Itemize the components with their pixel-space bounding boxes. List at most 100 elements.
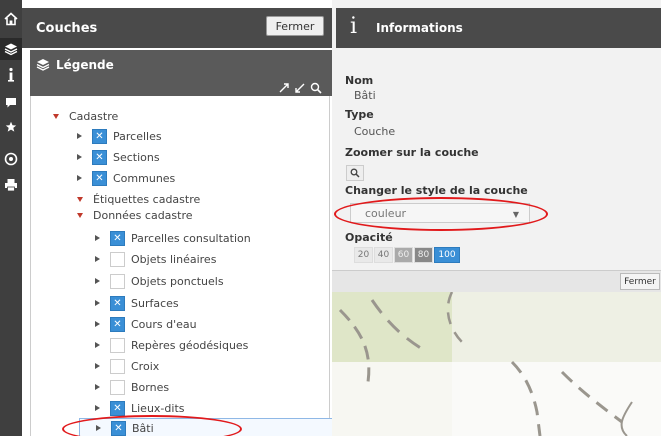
highlight-ellipse-style bbox=[334, 197, 548, 231]
layer-checkbox[interactable]: ✕ bbox=[92, 128, 107, 144]
opacity-selector: 20 40 60 80 100 bbox=[354, 247, 461, 263]
collapsed-arrow-icon[interactable] bbox=[95, 363, 100, 369]
name-label: Nom bbox=[345, 74, 374, 87]
collapsed-arrow-icon[interactable] bbox=[77, 175, 82, 181]
name-value: Bâti bbox=[354, 89, 376, 102]
opacity-option[interactable]: 40 bbox=[374, 247, 393, 263]
layer-tree: Cadastre ✕ Parcelles ✕ Sections ✕ Commun… bbox=[30, 96, 339, 436]
collapsed-arrow-icon[interactable] bbox=[77, 133, 82, 139]
highlight-ellipse-bati bbox=[62, 415, 242, 436]
expanded-arrow-icon[interactable] bbox=[77, 212, 83, 218]
expanded-arrow-icon[interactable] bbox=[53, 113, 59, 119]
layer-checkbox[interactable]: ✕ bbox=[110, 400, 125, 416]
collapsed-arrow-icon[interactable] bbox=[95, 384, 100, 390]
type-value: Couche bbox=[354, 125, 396, 138]
tree-node-label: Repères géodésiques bbox=[131, 338, 249, 352]
tree-node-objets-ponctuels[interactable]: Objets ponctuels bbox=[95, 271, 224, 291]
layers-panel-header: Couches Fermer bbox=[22, 8, 332, 48]
tree-node-label: Bornes bbox=[131, 380, 170, 394]
expand-all-icon[interactable] bbox=[278, 82, 290, 97]
zoom-to-layer-button[interactable] bbox=[346, 165, 364, 181]
layer-checkbox[interactable] bbox=[110, 358, 125, 374]
style-label: Changer le style de la couche bbox=[345, 184, 528, 197]
opacity-option[interactable]: 80 bbox=[414, 247, 433, 263]
target-icon[interactable] bbox=[0, 148, 22, 170]
tree-node-label: Surfaces bbox=[131, 296, 179, 310]
tree-node-cours-d-eau[interactable]: ✕ Cours d'eau bbox=[95, 314, 197, 334]
collapsed-arrow-icon[interactable] bbox=[95, 235, 100, 241]
star-icon[interactable] bbox=[0, 116, 22, 138]
layer-checkbox[interactable] bbox=[110, 251, 125, 267]
collapsed-arrow-icon[interactable] bbox=[95, 321, 100, 327]
comment-icon[interactable] bbox=[0, 92, 22, 114]
tree-node-label: Cadastre bbox=[69, 109, 119, 123]
tree-node-parcelles[interactable]: ✕ Parcelles bbox=[77, 126, 162, 146]
collapsed-arrow-icon[interactable] bbox=[95, 405, 100, 411]
tree-node-label: Objets ponctuels bbox=[131, 274, 224, 288]
tree-node-label: Croix bbox=[131, 359, 160, 373]
close-layers-button[interactable]: Fermer bbox=[266, 16, 324, 36]
info-panel: i Informations Nom Bâti Type Couche Zoom… bbox=[332, 0, 661, 270]
zoom-icon bbox=[350, 168, 360, 178]
print-icon[interactable] bbox=[0, 174, 22, 196]
tree-node-objets-lineaires[interactable]: Objets linéaires bbox=[95, 249, 216, 269]
zoom-icon[interactable] bbox=[310, 82, 322, 97]
tree-node-label: Étiquettes cadastre bbox=[93, 192, 201, 206]
tree-node-label: Données cadastre bbox=[93, 208, 193, 222]
tree-node-label: Parcelles consultation bbox=[131, 231, 251, 245]
layers-panel-title: Couches bbox=[36, 21, 98, 36]
layers-panel: Couches Fermer Légende Cadastre ✕ Parcel… bbox=[22, 0, 339, 436]
legend-tools-bar bbox=[30, 80, 332, 96]
layers-icon bbox=[36, 58, 50, 74]
layers-icon[interactable] bbox=[0, 38, 22, 60]
tree-node-label: Communes bbox=[113, 171, 176, 185]
collapse-all-icon[interactable] bbox=[294, 82, 306, 97]
info-panel-title: Informations bbox=[376, 21, 463, 35]
layer-checkbox[interactable]: ✕ bbox=[110, 230, 125, 246]
layer-checkbox[interactable]: ✕ bbox=[110, 295, 125, 311]
legend-title: Légende bbox=[56, 58, 114, 72]
tree-node-label: Objets linéaires bbox=[131, 252, 217, 266]
tree-node-cadastre[interactable]: Cadastre bbox=[53, 106, 118, 126]
legend-bar: Légende bbox=[30, 50, 332, 80]
layer-checkbox[interactable] bbox=[110, 273, 125, 289]
collapsed-arrow-icon[interactable] bbox=[95, 278, 100, 284]
collapsed-arrow-icon[interactable] bbox=[95, 342, 100, 348]
info-icon: i bbox=[350, 14, 358, 39]
expanded-arrow-icon[interactable] bbox=[77, 196, 83, 202]
map-view[interactable] bbox=[332, 292, 661, 436]
tree-node-surfaces[interactable]: ✕ Surfaces bbox=[95, 293, 179, 313]
tree-node-parcelles-consultation[interactable]: ✕ Parcelles consultation bbox=[95, 228, 251, 248]
side-toolbar bbox=[0, 0, 22, 436]
home-icon[interactable] bbox=[0, 8, 22, 30]
opacity-label: Opacité bbox=[345, 231, 393, 244]
close-info-button[interactable]: Fermer bbox=[620, 273, 660, 290]
tree-node-communes[interactable]: ✕ Communes bbox=[77, 168, 175, 188]
info-panel-header: i Informations bbox=[336, 8, 661, 48]
tree-node-label: Parcelles bbox=[113, 129, 162, 143]
opacity-option[interactable]: 20 bbox=[354, 247, 373, 263]
info-icon[interactable] bbox=[0, 64, 22, 86]
collapsed-arrow-icon[interactable] bbox=[95, 256, 100, 262]
tree-node-label: Sections bbox=[113, 150, 160, 164]
layer-checkbox[interactable] bbox=[110, 379, 125, 395]
info-footer: Fermer bbox=[332, 270, 661, 292]
map-canvas bbox=[332, 292, 661, 436]
opacity-option[interactable]: 60 bbox=[394, 247, 413, 263]
tree-node-label: Cours d'eau bbox=[131, 317, 197, 331]
tree-node-donnees-cadastre[interactable]: Données cadastre bbox=[77, 205, 193, 225]
opacity-option-selected[interactable]: 100 bbox=[434, 247, 460, 263]
collapsed-arrow-icon[interactable] bbox=[95, 300, 100, 306]
layer-checkbox[interactable] bbox=[110, 337, 125, 353]
tree-node-croix[interactable]: Croix bbox=[95, 356, 159, 376]
layer-checkbox[interactable]: ✕ bbox=[92, 149, 107, 165]
layer-checkbox[interactable]: ✕ bbox=[110, 316, 125, 332]
tree-node-label: Lieux-dits bbox=[131, 401, 185, 415]
type-label: Type bbox=[345, 108, 374, 121]
zoom-label: Zoomer sur la couche bbox=[345, 146, 479, 159]
tree-node-reperes-geodesiques[interactable]: Repères géodésiques bbox=[95, 335, 248, 355]
layer-checkbox[interactable]: ✕ bbox=[92, 170, 107, 186]
tree-node-bornes[interactable]: Bornes bbox=[95, 377, 169, 397]
tree-node-sections[interactable]: ✕ Sections bbox=[77, 147, 160, 167]
collapsed-arrow-icon[interactable] bbox=[77, 154, 82, 160]
